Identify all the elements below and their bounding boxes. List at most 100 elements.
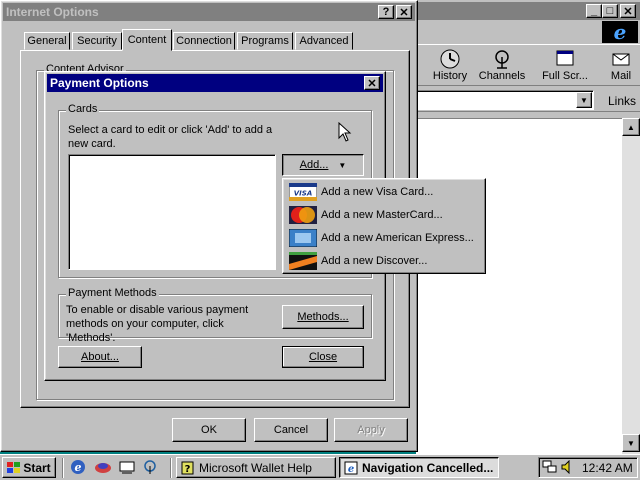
ie-quicklaunch-icon[interactable]: e — [70, 459, 86, 475]
internet-options-title: Internet Options — [6, 5, 99, 19]
payment-methods-group-label: Payment Methods — [66, 287, 159, 299]
browser-scrollbar[interactable] — [622, 118, 640, 454]
toolbar-history-button[interactable]: History — [428, 46, 472, 84]
svg-text:e: e — [75, 461, 82, 474]
start-button[interactable]: Start — [2, 457, 56, 478]
history-icon — [440, 49, 460, 69]
menu-item-add-amex-label: Add a new American Express... — [321, 232, 474, 244]
cards-group-label: Cards — [66, 103, 100, 115]
toolbar-channels-button[interactable]: Channels — [478, 46, 526, 84]
svg-text:e: e — [348, 464, 354, 475]
arrow-down-icon: ▼ — [627, 438, 635, 448]
menu-item-add-mastercard-label: Add a new MasterCard... — [321, 209, 443, 221]
tab-content[interactable]: Content — [122, 29, 172, 51]
toolbar-fullscreen-button[interactable]: Full Scr... — [540, 46, 590, 84]
visa-card-icon: VISA — [289, 183, 317, 201]
menu-item-add-visa-label: Add a new Visa Card... — [321, 186, 434, 198]
outlook-quicklaunch-icon[interactable] — [94, 459, 112, 475]
fullscreen-icon — [556, 50, 574, 66]
cards-instruction: Select a card to edit or click 'Add' to … — [68, 124, 273, 150]
mail-icon — [612, 53, 630, 66]
channels-quicklaunch-icon[interactable] — [142, 459, 158, 475]
internet-options-help-button[interactable]: ? — [378, 5, 394, 19]
mastercard-icon — [289, 206, 317, 224]
taskbar-divider — [170, 458, 172, 478]
about-button[interactable]: About... — [58, 346, 142, 368]
tab-connection[interactable]: Connection — [173, 32, 235, 50]
browser-content-area[interactable] — [416, 118, 622, 454]
address-input[interactable] — [416, 90, 594, 110]
internet-options-close-button[interactable]: ✕ — [396, 5, 412, 19]
tab-advanced-label: Advanced — [299, 35, 349, 47]
clock[interactable]: 12:42 AM — [582, 461, 633, 475]
add-card-button[interactable]: Add... ▼ — [282, 154, 364, 176]
apply-button[interactable]: Apply — [334, 418, 408, 442]
about-label: About... — [81, 351, 119, 363]
browser-maximize-button[interactable]: □ — [602, 4, 618, 18]
browser-close-button[interactable]: ✕ — [620, 4, 636, 18]
tab-general[interactable]: General — [24, 32, 70, 50]
tab-programs[interactable]: Programs — [237, 32, 293, 50]
tab-programs-label: Programs — [241, 35, 289, 47]
help-book-icon: ? — [181, 461, 194, 475]
ok-button[interactable]: OK — [172, 418, 246, 442]
tab-security-label: Security — [77, 35, 117, 47]
task-navigation-cancelled[interactable]: e Navigation Cancelled... — [339, 457, 499, 478]
start-label: Start — [23, 460, 51, 475]
channels-icon — [495, 50, 509, 69]
tab-security[interactable]: Security — [72, 32, 122, 50]
amex-card-icon — [289, 229, 317, 247]
tab-content-label: Content — [127, 34, 167, 46]
payment-options-title-bar[interactable]: Payment Options — [47, 74, 383, 92]
toolbar-mail-button[interactable]: Mail — [602, 46, 640, 84]
cancel-label: Cancel — [273, 424, 309, 436]
add-card-menu: VISA Add a new Visa Card... Add a new Ma… — [282, 178, 486, 274]
toolbar-mail-label: Mail — [610, 70, 632, 82]
payment-options-close-button[interactable]: ✕ — [364, 76, 380, 90]
svg-text:VISA: VISA — [294, 190, 312, 198]
toolbar-channels-label: Channels — [478, 70, 526, 82]
menu-item-add-discover[interactable]: Add a new Discover... — [287, 250, 483, 272]
task-wallet-help-label: Microsoft Wallet Help — [199, 460, 312, 475]
tab-connection-label: Connection — [176, 35, 232, 47]
menu-item-add-visa[interactable]: VISA Add a new Visa Card... — [287, 181, 483, 203]
methods-label: Methods... — [297, 311, 349, 323]
internet-options-title-bar[interactable]: Internet Options — [3, 3, 415, 21]
task-wallet-help[interactable]: ? Microsoft Wallet Help — [176, 457, 336, 478]
ie-page-icon: e — [344, 461, 358, 475]
arrow-up-icon: ▲ — [627, 122, 635, 132]
scroll-down-button[interactable]: ▼ — [622, 434, 640, 452]
cards-list[interactable] — [68, 154, 276, 270]
windows-logo-icon — [7, 461, 21, 473]
close-button[interactable]: Close — [282, 346, 364, 368]
menu-item-add-discover-label: Add a new Discover... — [321, 255, 428, 267]
taskbar-divider — [62, 458, 64, 478]
menu-item-add-amex[interactable]: Add a new American Express... — [287, 227, 483, 249]
tab-advanced[interactable]: Advanced — [295, 32, 353, 50]
toolbar-history-label: History — [432, 70, 468, 82]
ok-label: OK — [201, 424, 217, 436]
methods-button[interactable]: Methods... — [282, 305, 364, 329]
discover-card-icon — [289, 252, 317, 270]
browser-minimize-button[interactable]: _ — [586, 4, 602, 18]
scroll-up-button[interactable]: ▲ — [622, 118, 640, 136]
payment-methods-text: To enable or disable various payment met… — [66, 304, 249, 344]
volume-tray-icon[interactable] — [560, 460, 574, 474]
svg-text:?: ? — [185, 464, 191, 475]
ie-logo-box: e — [602, 21, 638, 43]
task-navigation-cancelled-label: Navigation Cancelled... — [362, 460, 494, 475]
toolbar-fullscreen-label: Full Scr... — [542, 70, 588, 82]
menu-item-add-mastercard[interactable]: Add a new MasterCard... — [287, 204, 483, 226]
close-label: Close — [308, 351, 338, 363]
links-label[interactable]: Links — [608, 94, 636, 108]
network-tray-icon[interactable] — [542, 460, 558, 474]
address-dropdown-button[interactable]: ▼ — [576, 92, 592, 108]
tab-general-label: General — [27, 35, 67, 47]
apply-label: Apply — [357, 424, 385, 436]
mouse-cursor-icon — [338, 122, 352, 142]
desktop-quicklaunch-icon[interactable] — [118, 459, 136, 475]
chevron-down-icon: ▼ — [338, 160, 347, 170]
ie-logo-icon: e — [613, 20, 627, 44]
cancel-button[interactable]: Cancel — [254, 418, 328, 442]
chevron-down-icon: ▼ — [580, 95, 588, 105]
